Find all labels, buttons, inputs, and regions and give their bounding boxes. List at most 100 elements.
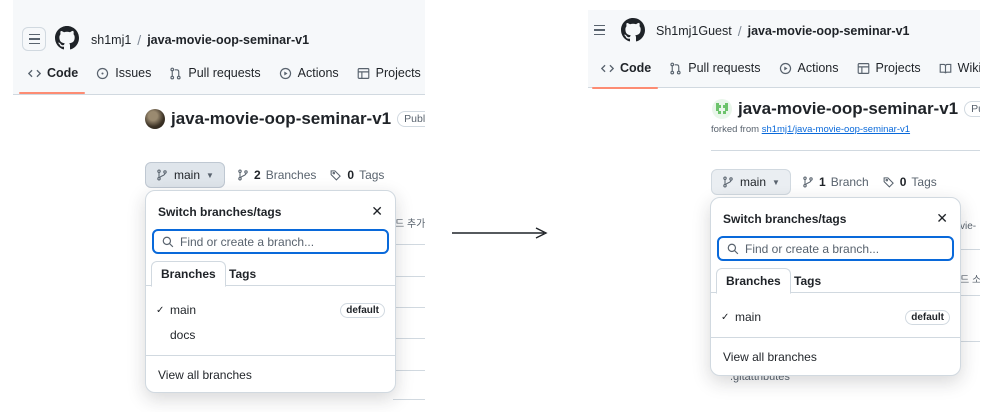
branches-link[interactable]: 2 Branches — [237, 168, 316, 182]
github-logo-icon[interactable] — [55, 26, 79, 50]
pull-request-icon — [170, 67, 182, 79]
forked-prefix: forked from — [711, 124, 760, 135]
tab-pull-requests[interactable]: Pull requests — [660, 57, 769, 85]
repo-name[interactable]: java-movie-oop-seminar-v1 — [738, 99, 958, 119]
tab-tags[interactable]: Tags — [785, 268, 830, 293]
branches-count: 1 — [819, 175, 826, 189]
tab-wiki[interactable]: Wiki — [930, 57, 980, 85]
forked-from-line: forked from sh1mj1/java-movie-oop-semina… — [711, 124, 910, 135]
branch-switcher-popover: Switch branches/tags ✕ Find or create a … — [710, 197, 961, 376]
repo-tabs: Code Issues Pull requests Actions Projec… — [19, 62, 425, 94]
tab-projects[interactable]: Projects — [848, 57, 930, 85]
branch-icon — [238, 169, 248, 181]
breadcrumb-separator: / — [737, 23, 742, 39]
breadcrumb: Sh1mj1Guest / java-movie-oop-seminar-v1 — [656, 23, 909, 39]
branch-tag-counts: 1 Branch 0 Tags — [802, 175, 937, 189]
avatar — [145, 109, 165, 129]
breadcrumb: sh1mj1 / java-movie-oop-seminar-v1 — [91, 32, 309, 48]
play-icon — [279, 67, 291, 79]
search-placeholder: Find or create a branch... — [745, 241, 880, 256]
repo-header: Sh1mj1Guest / java-movie-oop-seminar-v1 … — [588, 10, 980, 89]
tab-projects[interactable]: Projects — [348, 62, 425, 90]
popover-tabs: Branches Tags — [711, 268, 960, 294]
repo-title: java-movie-oop-seminar-v1 Public — [145, 109, 425, 129]
branch-item-main[interactable]: ✓ main default — [721, 307, 950, 327]
default-badge: default — [905, 309, 950, 325]
owner-link[interactable]: sh1mj1 — [91, 33, 131, 47]
book-icon — [939, 63, 952, 73]
tab-actions[interactable]: Actions — [770, 57, 848, 85]
table-icon — [857, 62, 869, 74]
popover-title: Switch branches/tags — [158, 204, 282, 219]
popover-divider — [711, 337, 960, 338]
transition-arrow-icon — [452, 227, 548, 239]
popover-tabs: Branches Tags — [146, 261, 395, 287]
tab-branches[interactable]: Branches — [151, 261, 226, 287]
tab-label: Projects — [875, 61, 921, 75]
repo-name[interactable]: java-movie-oop-seminar-v1 — [171, 109, 391, 129]
play-icon — [779, 62, 791, 74]
branch-item-label: docs — [170, 328, 196, 342]
tab-issues[interactable]: Issues — [87, 62, 160, 90]
tab-tags[interactable]: Tags — [220, 261, 265, 286]
branch-icon — [157, 169, 167, 181]
branches-label: Branch — [830, 175, 869, 189]
tab-label: Projects — [375, 66, 421, 80]
tab-code[interactable]: Code — [592, 57, 660, 89]
file-list-background: vie- 드 소 — [958, 205, 980, 412]
branch-selector-button[interactable]: main ▼ — [711, 169, 791, 195]
table-icon — [357, 67, 370, 79]
code-icon — [28, 69, 41, 77]
branch-item-label: main — [170, 303, 197, 317]
tab-code[interactable]: Code — [19, 62, 87, 94]
forked-source-link[interactable]: sh1mj1/java-movie-oop-seminar-v1 — [762, 124, 910, 135]
background-commit-text: 드 추가 — [395, 219, 425, 230]
repo-link[interactable]: java-movie-oop-seminar-v1 — [748, 24, 910, 38]
close-icon[interactable]: ✕ — [371, 203, 383, 220]
search-icon — [162, 236, 174, 247]
repo-title: java-movie-oop-seminar-v1 Public — [712, 99, 980, 119]
branch-search-input[interactable]: Find or create a branch... — [152, 229, 389, 254]
branches-label: Branches — [265, 168, 317, 182]
header-divider — [711, 150, 980, 151]
tag-icon — [330, 170, 342, 181]
close-icon[interactable]: ✕ — [936, 210, 948, 227]
search-placeholder: Find or create a branch... — [180, 234, 315, 249]
visibility-badge: Public — [397, 111, 425, 127]
original-repo-screenshot: sh1mj1 / java-movie-oop-seminar-v1 Code … — [13, 0, 425, 412]
breadcrumb-separator: / — [137, 32, 142, 48]
branch-item-main[interactable]: ✓ main default — [156, 300, 385, 320]
repo-header: sh1mj1 / java-movie-oop-seminar-v1 Code … — [13, 0, 425, 95]
tags-link[interactable]: 0 Tags — [883, 175, 937, 189]
search-icon — [727, 243, 739, 254]
branch-icon — [803, 176, 813, 188]
owner-link[interactable]: Sh1mj1Guest — [656, 24, 732, 38]
popover-title: Switch branches/tags — [723, 211, 847, 226]
repo-link[interactable]: java-movie-oop-seminar-v1 — [147, 33, 309, 47]
branch-search-input[interactable]: Find or create a branch... — [717, 236, 954, 261]
tab-label: Code — [620, 61, 652, 75]
menu-button[interactable] — [22, 27, 46, 51]
tab-label: Actions — [297, 66, 339, 80]
menu-button[interactable] — [588, 18, 611, 42]
branches-link[interactable]: 1 Branch — [802, 175, 869, 189]
tags-label: Tags — [359, 168, 385, 182]
view-all-branches-link[interactable]: View all branches — [723, 350, 817, 364]
tab-pull-requests[interactable]: Pull requests — [160, 62, 269, 90]
tags-link[interactable]: 0 Tags — [330, 168, 384, 182]
check-icon: ✓ — [156, 304, 165, 316]
tab-label: Wiki — [957, 61, 980, 75]
view-all-branches-link[interactable]: View all branches — [158, 368, 252, 382]
tag-icon — [883, 177, 894, 188]
check-icon: ✓ — [721, 311, 730, 323]
file-list-background: 드 추가 — [393, 200, 425, 412]
tab-label: Actions — [797, 61, 839, 75]
branch-item-docs[interactable]: docs — [156, 325, 385, 345]
branch-selector-button[interactable]: main ▼ — [145, 162, 225, 188]
tab-branches[interactable]: Branches — [716, 268, 791, 294]
tab-label: Pull requests — [688, 61, 761, 75]
github-logo-icon[interactable] — [621, 18, 645, 42]
background-commit-text: vie- — [960, 221, 977, 232]
forked-repo-screenshot: Sh1mj1Guest / java-movie-oop-seminar-v1 … — [588, 0, 980, 412]
tab-actions[interactable]: Actions — [270, 62, 348, 90]
